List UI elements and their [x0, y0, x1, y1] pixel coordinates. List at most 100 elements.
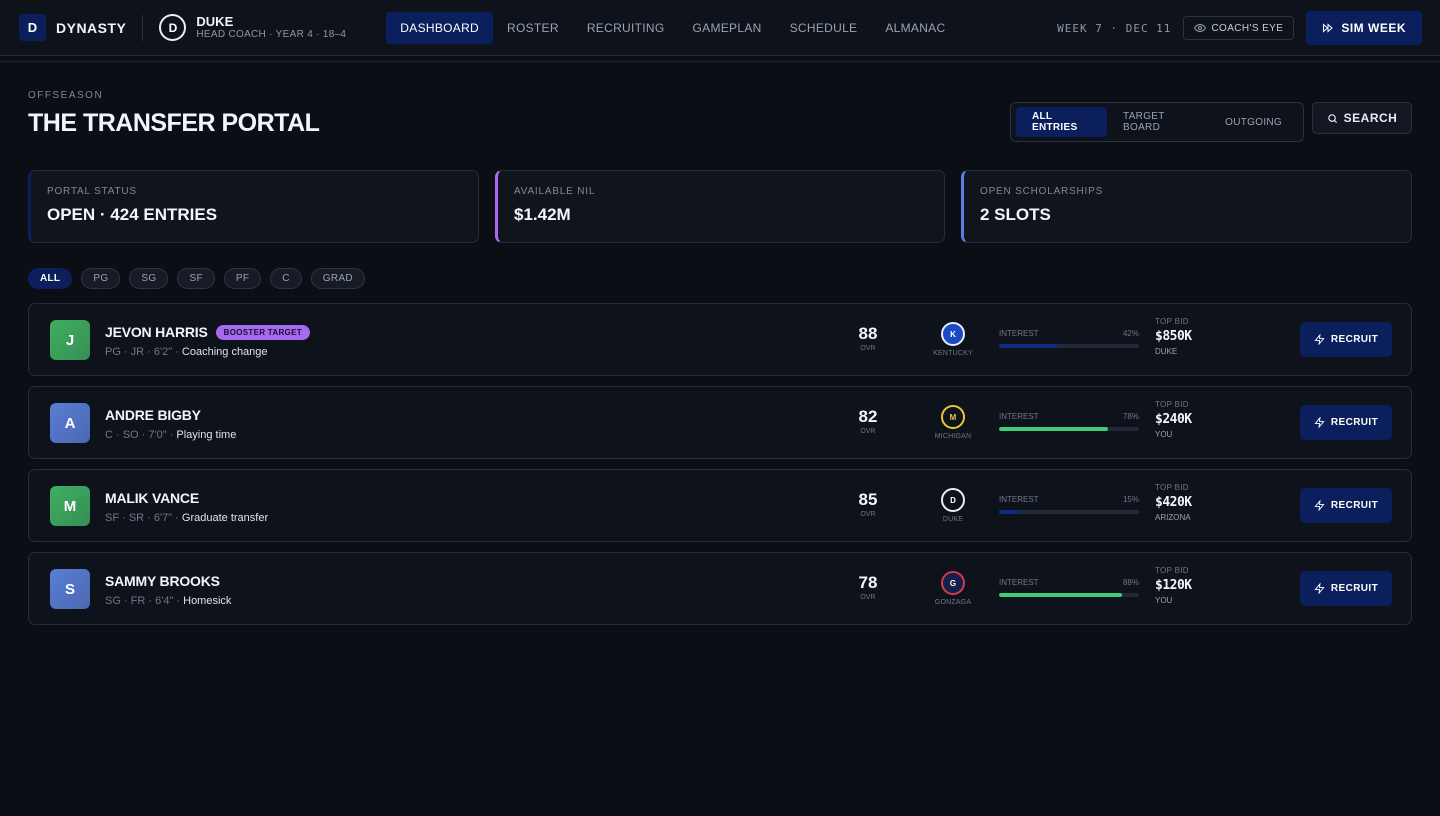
overall-rating: 78 OVR: [841, 574, 895, 601]
ovr-label: OVR: [860, 428, 876, 435]
interest-meter: INTEREST 42%: [999, 329, 1139, 348]
ovr-label: OVR: [860, 345, 876, 352]
table-row[interactable]: M MALIK VANCE SF · SR · 6'7" · Graduate …: [28, 469, 1412, 542]
player-meta: SG · FR · 6'4" · Homesick: [105, 595, 231, 607]
team-subtitle: HEAD COACH · YEAR 4 · 18–4: [196, 29, 347, 41]
filter-pg[interactable]: PG: [81, 268, 121, 289]
player-name: SAMMY BROOKS: [105, 573, 220, 589]
overall-rating: 88 OVR: [841, 325, 895, 352]
transfer-reason: Homesick: [183, 595, 232, 607]
top-bar-divider: [0, 60, 1440, 63]
recruit-label: RECRUIT: [1330, 417, 1379, 428]
bid-holder: YOU: [1155, 430, 1173, 439]
interest-track: [999, 344, 1139, 348]
player-details: C · SO · 7'0" ·: [105, 429, 177, 441]
school-logo: M: [941, 405, 965, 429]
interest-track: [999, 510, 1139, 514]
stat-available-nil: AVAILABLE NIL $1.42M: [495, 170, 945, 243]
top-bar: D DYNASTY D DUKE HEAD COACH · YEAR 4 · 1…: [0, 0, 1440, 56]
table-row[interactable]: J JEVON HARRIS BOOSTER TARGET PG · JR · …: [28, 303, 1412, 376]
divider: [142, 14, 144, 41]
coach-eye-button[interactable]: COACH'S EYE: [1183, 16, 1295, 40]
player-name: MALIK VANCE: [105, 490, 199, 506]
tab-target-board[interactable]: TARGET BOARD: [1107, 107, 1209, 137]
interest-meter: INTEREST 78%: [999, 412, 1139, 431]
bid-holder: YOU: [1155, 596, 1173, 605]
ovr-value: 82: [858, 407, 878, 426]
school: D DUKE: [923, 488, 983, 523]
search-icon: [1327, 113, 1337, 123]
nav-gameplan[interactable]: GAMEPLAN: [679, 12, 776, 44]
bid-amount: $420K: [1155, 495, 1192, 510]
stat-value: 2 SLOTS: [980, 205, 1051, 224]
school-name: GONZAGA: [934, 599, 972, 606]
table-row[interactable]: S SAMMY BROOKS SG · FR · 6'4" · Homesick…: [28, 552, 1412, 625]
nav-almanac[interactable]: ALMANAC: [871, 12, 959, 44]
school-name: KENTUCKY: [933, 350, 973, 357]
stat-value: $1.42M: [514, 205, 571, 224]
coach-eye-label: COACH'S EYE: [1211, 22, 1284, 34]
player-details: SG · FR · 6'4" ·: [105, 595, 184, 607]
transfer-reason: Graduate transfer: [181, 512, 269, 524]
nav-roster[interactable]: ROSTER: [493, 12, 573, 44]
interest-fill: [999, 593, 1123, 597]
filter-c[interactable]: C: [270, 268, 302, 289]
interest-label: INTEREST: [999, 412, 1039, 421]
search-label: SEARCH: [1343, 111, 1398, 125]
school: G GONZAGA: [923, 571, 983, 606]
stat-portal-status: PORTAL STATUS OPEN · 424 ENTRIES: [28, 170, 479, 243]
recruit-button[interactable]: RECRUIT: [1300, 322, 1392, 357]
interest-track: [999, 427, 1139, 431]
recruit-label: RECRUIT: [1330, 334, 1379, 345]
interest-percent: 42%: [1122, 329, 1139, 338]
interest-percent: 88%: [1122, 578, 1139, 587]
recruit-label: RECRUIT: [1330, 500, 1379, 511]
table-row[interactable]: A ANDRE BIGBY C · SO · 7'0" · Playing ti…: [28, 386, 1412, 459]
school-logo: K: [941, 322, 965, 346]
filter-grad[interactable]: GRAD: [310, 268, 365, 289]
team-logo: D: [159, 14, 187, 41]
player-details: SF · SR · 6'7" ·: [105, 512, 182, 524]
brand-logo: D: [19, 14, 46, 41]
bid-label: TOP BID: [1155, 483, 1189, 492]
recruit-label: RECRUIT: [1330, 583, 1379, 594]
tab-outgoing[interactable]: OUTGOING: [1209, 107, 1298, 137]
player-meta: PG · JR · 6'2" · Coaching change: [105, 346, 268, 358]
top-bid: TOP BID $240K YOU: [1155, 400, 1192, 439]
lightning-icon: [1314, 500, 1325, 511]
nav-schedule[interactable]: SCHEDULE: [776, 12, 872, 44]
team-info[interactable]: D DUKE HEAD COACH · YEAR 4 · 18–4: [159, 14, 346, 41]
ovr-label: OVR: [860, 511, 876, 518]
view-tabs: ALL ENTRIES TARGET BOARD OUTGOING: [1010, 102, 1304, 142]
recruit-button[interactable]: RECRUIT: [1300, 488, 1392, 523]
school-name: DUKE: [942, 516, 964, 523]
top-bid: TOP BID $420K ARIZONA: [1155, 483, 1192, 522]
sim-week-button[interactable]: SIM WEEK: [1306, 11, 1422, 45]
filter-pf[interactable]: PF: [223, 268, 262, 289]
interest-meter: INTEREST 15%: [999, 495, 1139, 514]
nav-dashboard[interactable]: DASHBOARD: [386, 11, 494, 44]
avatar: S: [50, 569, 90, 609]
interest-fill: [999, 510, 1020, 514]
search-button[interactable]: SEARCH: [1312, 102, 1412, 134]
booster-target-badge: BOOSTER TARGET: [215, 324, 310, 340]
bid-label: TOP BID: [1155, 400, 1189, 409]
filter-all[interactable]: ALL: [28, 268, 73, 289]
bid-label: TOP BID: [1155, 566, 1189, 575]
stat-label: OPEN SCHOLARSHIPS: [980, 186, 1104, 197]
recruit-button[interactable]: RECRUIT: [1300, 571, 1392, 606]
interest-fill: [999, 344, 1058, 348]
bid-amount: $240K: [1155, 412, 1192, 427]
brand[interactable]: D DYNASTY: [19, 14, 126, 41]
overall-rating: 85 OVR: [841, 491, 895, 518]
interest-label: INTEREST: [999, 329, 1039, 338]
nav-recruiting[interactable]: RECRUITING: [573, 12, 679, 44]
avatar: J: [50, 320, 90, 360]
recruit-button[interactable]: RECRUIT: [1300, 405, 1392, 440]
filter-sf[interactable]: SF: [177, 268, 215, 289]
school: K KENTUCKY: [923, 322, 983, 357]
player-meta: C · SO · 7'0" · Playing time: [105, 429, 236, 441]
tab-all-entries[interactable]: ALL ENTRIES: [1016, 107, 1108, 137]
lightning-icon: [1314, 334, 1325, 345]
filter-sg[interactable]: SG: [129, 268, 169, 289]
